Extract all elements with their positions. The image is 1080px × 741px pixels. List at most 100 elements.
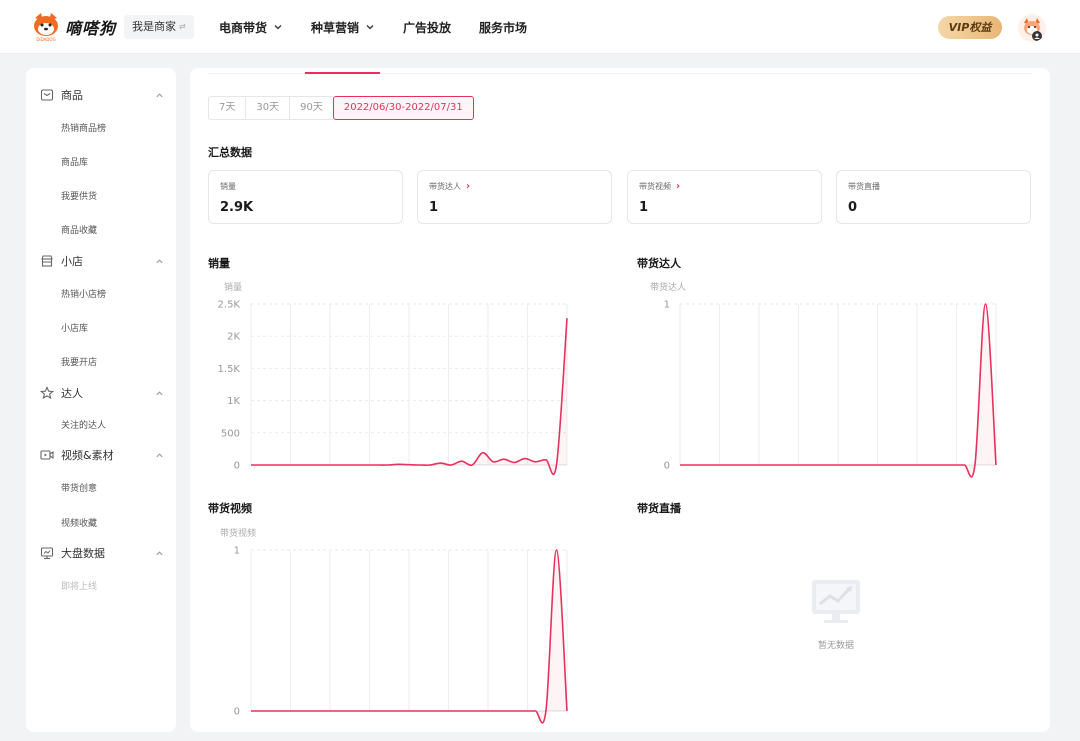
y-tick-label: 500: [221, 428, 240, 439]
range-tab-0[interactable]: 7天: [208, 96, 246, 120]
summary-card-value: 2.9K: [220, 200, 254, 215]
range-tab-2[interactable]: 90天: [289, 96, 333, 120]
sidebar-item-0-0[interactable]: 热销商品榜: [61, 121, 106, 134]
chart-0: 0 500 1K 1.5K 2K 2.5K: [218, 300, 568, 476]
chevron-up-icon: [156, 452, 163, 457]
role-switch-button[interactable]: 我是商家 ⇄: [124, 15, 194, 39]
sidebar-group-4[interactable]: 大盘数据: [26, 538, 176, 568]
y-tick-label: 1K: [227, 396, 240, 407]
chart-title-3: 带货直播: [637, 502, 681, 515]
y-tick-label: 0: [234, 707, 240, 718]
user-avatar[interactable]: [1018, 14, 1046, 42]
swap-icon: ⇄: [179, 22, 186, 31]
sidebar-item-0-2[interactable]: 我要供货: [61, 189, 97, 202]
series-area: [251, 550, 567, 723]
chevron-up-icon: [156, 390, 163, 395]
nav-item-label: 服务市场: [479, 20, 528, 35]
chart-2: 01: [234, 546, 568, 724]
sidebar-item-1-2[interactable]: 我要开店: [61, 355, 97, 368]
summary-card-3: 带货直播 0: [836, 170, 1031, 224]
nav-item-label: 广告投放: [403, 20, 452, 35]
nav-item-0[interactable]: 电商带货: [219, 19, 283, 36]
sidebar-item-3-1[interactable]: 视频收藏: [61, 516, 97, 529]
nav-item-2[interactable]: 广告投放: [403, 19, 451, 36]
range-tab-1[interactable]: 30天: [245, 96, 290, 120]
y-tick-label: 1.5K: [218, 364, 241, 375]
sidebar-group-label: 大盘数据: [61, 547, 105, 560]
summary-card-label-text: 带货达人: [429, 182, 461, 191]
chart-ylabel-1: 带货达人: [650, 283, 687, 293]
nav-item-1[interactable]: 种草营销: [311, 19, 375, 36]
box-icon: [40, 89, 54, 101]
main-panel: 7天 30天 90天 2022/06/30-2022/07/31 汇总数据 销量 2.9…: [190, 68, 1050, 732]
sidebar-group-3[interactable]: 视频&素材: [26, 440, 176, 470]
sidebar-item-3-0[interactable]: 带货创意: [61, 481, 97, 494]
video-icon: [40, 450, 54, 460]
sidebar-group-label: 小店: [61, 255, 83, 268]
chart-title-2: 带货视频: [208, 502, 252, 515]
sidebar-item-0-1[interactable]: 商品库: [61, 155, 88, 168]
brand-name: 嘀嗒狗: [65, 19, 117, 38]
summary-card-label-text: 带货直播: [848, 182, 880, 191]
empty-chart-icon: [812, 580, 860, 623]
y-tick-label: 2.5K: [218, 300, 241, 311]
y-tick-label: 0: [664, 461, 670, 472]
summary-card-2[interactable]: 带货视频 › 1: [627, 170, 822, 224]
brand-sub-text: DIDADOG: [36, 37, 55, 42]
top-bar: DIDADOG 嘀嗒狗 我是商家 ⇄ 电商带货 种草营销 广告投放 服务市场 VIP权…: [0, 0, 1080, 54]
sidebar: 商品热销商品榜商品库我要供货商品收藏小店热销小店榜小店库我要开店达人关注的达人视…: [26, 68, 176, 732]
chevron-up-icon: [156, 258, 163, 263]
summary-card-1[interactable]: 带货达人 › 1: [417, 170, 612, 224]
sidebar-item-1-0[interactable]: 热销小店榜: [61, 287, 106, 300]
empty-state: 暂无数据: [808, 578, 864, 651]
range-tab-3[interactable]: 2022/06/30-2022/07/31: [332, 96, 474, 120]
series-area: [680, 304, 996, 477]
series-line: [680, 303, 997, 478]
nav-item-label: 种草营销: [311, 20, 360, 35]
role-switch-label: 我是商家: [132, 20, 176, 33]
sidebar-item-1-1[interactable]: 小店库: [61, 321, 88, 334]
summary-card-label: 带货达人 ›: [429, 181, 470, 192]
chart-title-0: 销量: [208, 257, 230, 270]
summary-card-value: 0: [848, 200, 858, 215]
date-range-tabs: 7天 30天 90天 2022/06/30-2022/07/31: [208, 96, 474, 120]
sidebar-item-0-3[interactable]: 商品收藏: [61, 223, 97, 236]
nav-item-label: 电商带货: [219, 20, 268, 35]
summary-card-label-text: 销量: [220, 182, 236, 191]
chevron-up-icon: [156, 550, 163, 555]
y-tick-label: 1: [234, 546, 240, 557]
sidebar-group-label: 视频&素材: [61, 449, 114, 462]
main-nav: 电商带货 种草营销 广告投放 服务市场: [219, 0, 555, 54]
sidebar-group-2[interactable]: 达人: [26, 378, 176, 408]
summary-title: 汇总数据: [208, 146, 252, 159]
y-tick-label: 0: [234, 461, 240, 472]
brand-logo[interactable]: DIDADOG 嘀嗒狗: [32, 12, 116, 42]
active-tab-indicator: [305, 72, 380, 74]
chevron-down-icon: [366, 25, 374, 30]
summary-card-0: 销量 2.9K: [208, 170, 403, 224]
sidebar-group-label: 达人: [61, 387, 83, 400]
summary-card-label-text: 带货视频: [639, 182, 671, 191]
summary-card-label: 带货直播: [848, 181, 880, 192]
sidebar-item-2-0[interactable]: 关注的达人: [61, 418, 106, 431]
y-tick-label: 1: [664, 300, 670, 311]
vip-benefits-button[interactable]: VIP权益: [938, 16, 1002, 39]
chevron-right-icon[interactable]: ›: [466, 181, 470, 192]
sidebar-group-0[interactable]: 商品: [26, 80, 176, 110]
series-line: [251, 318, 568, 476]
dog-logo-icon: DIDADOG: [32, 12, 60, 42]
nav-item-3[interactable]: 服务市场: [479, 19, 527, 36]
series-area: [251, 318, 567, 475]
chart-title-1: 带货达人: [637, 257, 681, 270]
y-tick-label: 2K: [227, 332, 240, 343]
chevron-down-icon: [274, 25, 282, 30]
chart-ylabel-0: 销量: [224, 283, 243, 293]
chart-1: 01: [664, 300, 997, 478]
sidebar-group-1[interactable]: 小店: [26, 246, 176, 276]
monitor-icon: [40, 547, 54, 560]
sidebar-group-label: 商品: [61, 89, 83, 102]
chevron-right-icon[interactable]: ›: [676, 181, 680, 192]
shop-icon: [41, 255, 53, 267]
summary-card-label: 带货视频 ›: [639, 181, 680, 192]
chart-ylabel-2: 带货视频: [220, 529, 257, 539]
